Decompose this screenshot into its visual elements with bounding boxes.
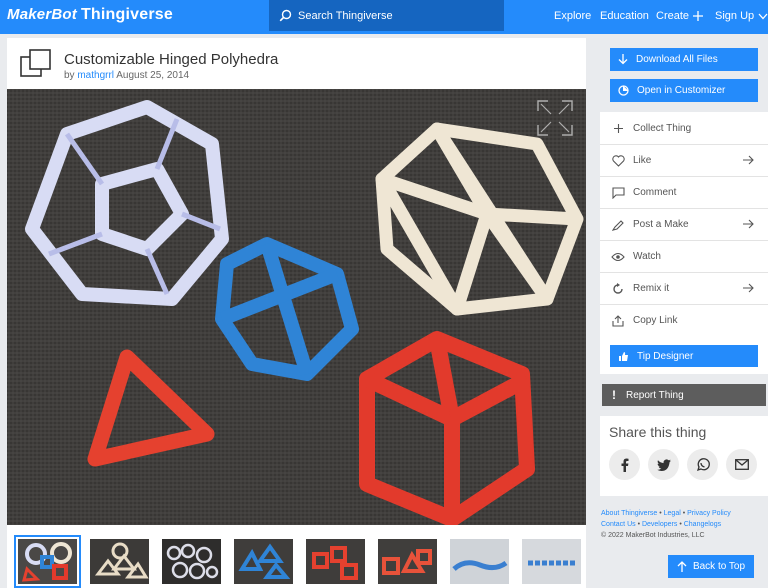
copyright: © 2022 MakerBot Industries, LLC [601,532,705,539]
thumbs-up-icon [619,351,628,361]
thumbnail[interactable] [522,539,581,584]
tip-designer-label: Tip Designer [637,350,694,362]
post-make-icon [612,219,624,231]
exclamation-icon: ! [612,388,616,402]
whatsapp-share-button[interactable] [687,449,718,480]
facebook-icon [621,458,628,472]
share-title: Share this thing [609,424,707,440]
chevron-down-icon [758,13,768,19]
twitter-share-button[interactable] [648,449,679,480]
nav-sign-up[interactable]: Sign Up [715,10,768,22]
publish-date: August 25, 2014 [116,70,190,81]
nav-create[interactable]: Create [656,10,704,22]
twitter-icon [656,458,671,471]
customizer-label: Open in Customizer [637,85,726,96]
tip-designer-button[interactable]: Tip Designer [610,345,758,367]
collect-thing-button[interactable]: Collect Thing [600,112,768,144]
polyhedra-image [7,89,586,525]
thing-icon [20,49,51,77]
arrow-right-icon [743,283,754,293]
search-icon [279,9,292,22]
search-placeholder: Search Thingiverse [298,9,393,22]
thumbnail-strip [7,535,586,588]
comment-button[interactable]: Comment [600,176,768,208]
thing-card: Customizable Hinged Polyhedra by mathgrr… [7,38,586,588]
customizer-icon [618,85,629,96]
download-all-files-button[interactable]: Download All Files [610,48,758,71]
back-to-top-button[interactable]: Back to Top [668,555,754,578]
open-in-customizer-button[interactable]: Open in Customizer [610,79,758,102]
back-to-top-label: Back to Top [692,561,746,572]
thumbnail[interactable] [450,539,509,584]
logo-prefix: MakerBot [7,6,77,23]
email-icon [734,459,749,470]
like-button[interactable]: Like [600,144,768,176]
comment-icon [611,186,625,199]
action-label: Watch [633,251,661,262]
nav-education-label: Education [600,10,649,22]
thumbnail[interactable] [306,539,365,584]
action-label: Comment [633,187,677,198]
post-a-make-button[interactable]: Post a Make [600,208,768,240]
action-label: Post a Make [633,219,689,230]
arrow-right-icon [743,155,754,165]
thing-actions: Collect Thing Like Comment Post a Make W… [600,112,768,374]
nav-explore[interactable]: Explore [554,10,591,22]
nav-create-label: Create [656,10,690,22]
share-icon [612,314,624,327]
expand-icon[interactable] [536,99,574,137]
plus-icon [613,123,623,133]
developers-link[interactable]: Developers [642,521,677,528]
legal-link[interactable]: Legal [664,510,681,517]
action-label: Like [633,155,652,166]
thumbnail[interactable] [234,539,293,584]
about-link[interactable]: About Thingiverse [601,510,657,517]
heart-icon [611,154,625,167]
main-thing-photo[interactable] [7,89,586,525]
download-icon [618,54,628,65]
top-navigation-bar: MakerBot Thingiverse Search Thingiverse E… [0,0,768,34]
contact-link[interactable]: Contact Us [601,521,636,528]
copy-link-button[interactable]: Copy Link [600,304,768,336]
by-label: by [64,70,75,81]
share-panel: Share this thing [600,416,768,496]
search-input[interactable]: Search Thingiverse [269,0,504,31]
report-thing-button[interactable]: ! Report Thing [602,384,766,406]
watch-button[interactable]: Watch [600,240,768,272]
remix-icon [613,282,623,294]
changelogs-link[interactable]: Changelogs [684,521,721,528]
remix-it-button[interactable]: Remix it [600,272,768,304]
nav-education[interactable]: Education [600,10,649,22]
makerbot-thingiverse-logo[interactable]: MakerBot Thingiverse [7,6,173,24]
nav-sign-up-label: Sign Up [715,10,755,22]
footer-links: About Thingiverse • Legal • Privacy Poli… [601,508,766,541]
thumbnail[interactable] [162,539,221,584]
eye-icon [611,252,625,261]
download-label: Download All Files [636,54,718,65]
plus-icon [693,11,704,21]
thumbnail[interactable] [14,535,81,588]
arrow-up-icon [677,561,687,572]
action-label: Remix it [633,283,670,294]
privacy-link[interactable]: Privacy Policy [687,510,731,517]
report-label: Report Thing [626,389,684,401]
thing-title: Customizable Hinged Polyhedra [64,51,279,68]
author-link[interactable]: mathgrrl [77,70,114,81]
thumbnail[interactable] [90,539,149,584]
whatsapp-icon [696,457,710,471]
email-share-button[interactable] [726,449,757,480]
logo-name: Thingiverse [80,6,173,23]
arrow-right-icon [743,219,754,229]
thing-sidebar: Download All Files Open in Customizer Co… [600,38,768,588]
nav-explore-label: Explore [554,10,592,22]
thumbnail[interactable] [378,539,437,584]
thing-byline: by mathgrrl August 25, 2014 [64,70,189,81]
action-label: Copy Link [633,315,678,326]
facebook-share-button[interactable] [609,449,640,480]
action-label: Collect Thing [633,122,692,134]
